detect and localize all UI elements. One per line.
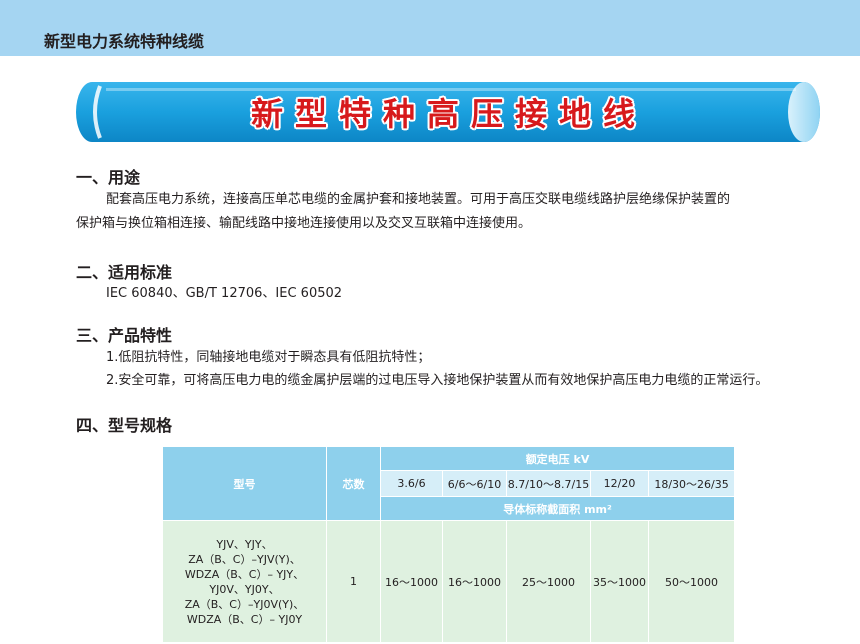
model-name: YJV、YJY、	[216, 537, 273, 551]
voltage-cell: 12/20	[590, 470, 649, 497]
voltage-cell: 3.6/6	[380, 470, 443, 497]
feature-item-2: 2.安全可靠，可将高压电力电的缆金属护层端的过电压导入接地保护装置从而有效地保护…	[106, 373, 769, 388]
area-range-cell: 16～1000	[442, 520, 507, 643]
usage-text-line2: 保护箱与换位箱相连接、输配线路中接地连接使用以及交叉互联箱中连接使用。	[76, 216, 532, 231]
model-name: ZA（B、C）–YJV(Y)、	[188, 552, 301, 566]
area-range-cell: 35～1000	[590, 520, 649, 643]
model-name: WDZA（B、C）– YJY、	[184, 567, 305, 581]
cores-cell: 1	[326, 520, 381, 643]
area-range-cell: 25～1000	[506, 520, 591, 643]
area-range-cell: 16～1000	[380, 520, 443, 643]
model-name: ZA（B、C）–YJ0V(Y)、	[184, 597, 305, 611]
voltage-cell: 6/6～6/10	[442, 470, 507, 497]
feature-item-1: 1.低阻抗特性，同轴接地电缆对于瞬态具有低阻抗特性；	[106, 350, 431, 365]
title-banner: 新型特种高压接地线	[76, 80, 822, 144]
product-title: 新型特种高压接地线	[250, 95, 647, 133]
header-conductor-area: 导体标称截面积 mm²	[379, 496, 736, 521]
model-list-cell: YJV、YJY、 ZA（B、C）–YJV(Y)、 WDZA（B、C）– YJY、…	[162, 520, 327, 643]
section-heading-features: 三、产品特性	[76, 326, 173, 345]
header-cores: 芯数	[326, 446, 381, 521]
voltage-cell: 18/30～26/35	[647, 470, 736, 497]
usage-text-line1: 配套高压电力系统，连接高压单芯电缆的金属护套和接地装置。可用于高压交联电缆线路护…	[106, 192, 731, 207]
section-heading-standards: 二、适用标准	[76, 263, 173, 282]
model-name: YJ0V、YJ0Y、	[209, 582, 280, 596]
area-range-cell: 50～1000	[647, 520, 736, 643]
header-model: 型号	[162, 446, 327, 521]
top-bar: 新型电力系统特种线缆	[0, 0, 860, 56]
standards-text: IEC 60840、GB/T 12706、IEC 60502	[106, 286, 343, 301]
section-heading-usage: 一、用途	[76, 168, 141, 187]
voltage-cell: 8.7/10～8.7/15	[506, 470, 591, 497]
section-heading-specs: 四、型号规格	[76, 416, 173, 435]
spec-table: 型号 芯数 额定电压 kV 3.6/6 6/6～6/10 8.7/10～8.7/…	[162, 446, 736, 643]
page-category-title: 新型电力系统特种线缆	[44, 32, 205, 51]
header-voltage: 额定电压 kV	[379, 446, 736, 471]
model-name: WDZA（B、C）– YJ0Y	[186, 612, 303, 626]
